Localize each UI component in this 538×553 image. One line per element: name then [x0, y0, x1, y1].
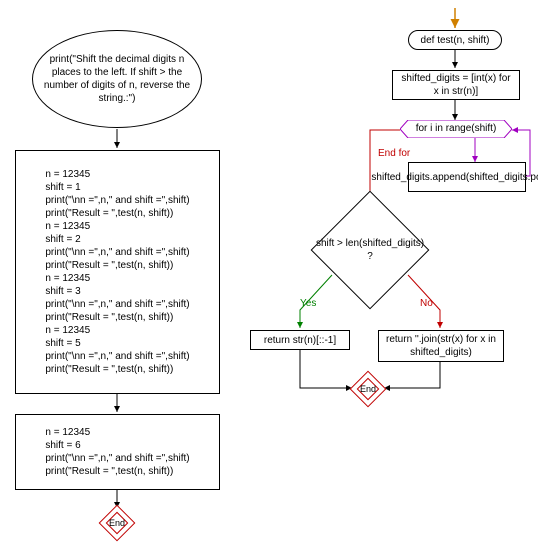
- yes-return: return str(n)[::-1]: [250, 330, 350, 350]
- right-end-label: End: [355, 376, 381, 402]
- code-block-2-text: n = 12345 shift = 6 print("\nn =",n," an…: [45, 426, 189, 478]
- end-for-label: End for: [378, 148, 410, 159]
- no-return: return ''.join(str(x) for x in shifted_d…: [378, 330, 504, 362]
- loop-body-text: shifted_digits.append(shifted_digits.pop…: [371, 171, 538, 184]
- start-print: print("Shift the decimal digits n places…: [32, 30, 202, 128]
- start-print-text: print("Shift the decimal digits n places…: [41, 53, 193, 105]
- code-block-1: n = 12345 shift = 1 print("\nn =",n," an…: [15, 150, 220, 394]
- code-block-2: n = 12345 shift = 6 print("\nn =",n," an…: [15, 414, 220, 490]
- yes-return-text: return str(n)[::-1]: [264, 334, 336, 347]
- right-end: End: [355, 376, 381, 402]
- left-end-label: End: [104, 510, 130, 536]
- decision: shift > len(shifted_digits) ?: [310, 215, 430, 285]
- init-digits: shifted_digits = [int(x) for x in str(n)…: [392, 70, 520, 100]
- decision-text: shift > len(shifted_digits) ?: [310, 237, 430, 263]
- func-def-text: def test(n, shift): [421, 34, 490, 47]
- loop-header-text: for i in range(shift): [400, 120, 512, 138]
- func-def: def test(n, shift): [408, 30, 502, 50]
- code-block-1-text: n = 12345 shift = 1 print("\nn =",n," an…: [45, 168, 189, 376]
- no-label: No: [420, 298, 433, 309]
- yes-label: Yes: [300, 298, 316, 309]
- no-return-text: return ''.join(str(x) for x in shifted_d…: [385, 333, 497, 359]
- loop-body: shifted_digits.append(shifted_digits.pop…: [408, 162, 526, 192]
- loop-header: for i in range(shift): [400, 120, 512, 138]
- init-digits-text: shifted_digits = [int(x) for x in str(n)…: [399, 72, 513, 98]
- left-end: End: [104, 510, 130, 536]
